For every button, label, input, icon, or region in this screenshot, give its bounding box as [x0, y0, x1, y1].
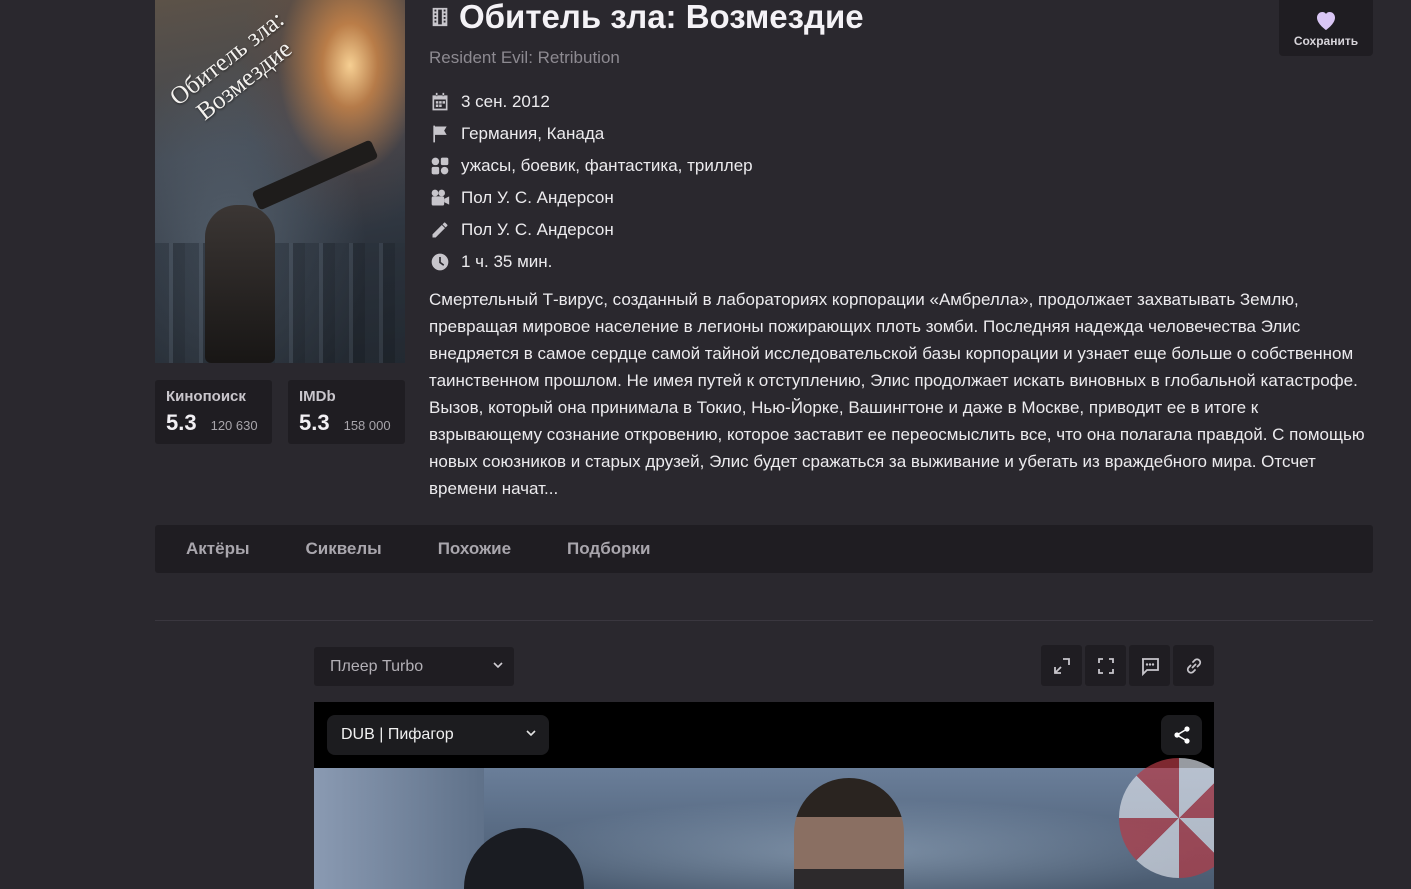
expand-button[interactable]	[1041, 645, 1082, 686]
save-label: Сохранить	[1293, 33, 1359, 48]
rating-score: 5.3	[166, 410, 197, 435]
poster-city	[155, 243, 405, 363]
tab-collections[interactable]: Подборки	[567, 539, 650, 559]
share-icon	[1173, 726, 1190, 744]
tab-sequels[interactable]: Сиквелы	[305, 539, 381, 559]
tab-actors[interactable]: Актёры	[186, 539, 249, 559]
genres: ужасы, боевик, фантастика, триллер	[429, 150, 753, 182]
video-player[interactable]: DUB | Пифагор	[314, 702, 1214, 889]
movie-poster: Обитель зла: Возмездие	[155, 0, 405, 363]
rating-source: Кинопоиск	[166, 388, 246, 405]
tabs-bar: Актёры Сиквелы Похожие Подборки	[155, 525, 1373, 573]
countries: Германия, Канада	[429, 118, 753, 150]
save-button[interactable]: Сохранить	[1279, 0, 1373, 56]
movie-meta: 3 сен. 2012 Германия, Канада ужасы, боев…	[429, 86, 753, 278]
video-frame[interactable]	[314, 758, 1214, 889]
original-title: Resident Evil: Retribution	[429, 48, 620, 67]
link-button[interactable]	[1173, 645, 1214, 686]
movie-description: Смертельный Т-вирус, созданный в лаборат…	[429, 290, 1365, 498]
heart-icon	[1317, 11, 1335, 30]
rating-score: 5.3	[299, 410, 330, 435]
poster-title: Обитель зла: Возмездие	[165, 5, 298, 126]
player-select-value: Плеер Turbo	[330, 657, 424, 675]
writer: Пол У. С. Андерсон	[429, 214, 753, 246]
rating-votes: 158 000	[343, 418, 391, 433]
camera-icon	[429, 187, 451, 209]
expand-icon	[1053, 657, 1070, 674]
clock-icon	[429, 251, 451, 273]
poster-gun	[251, 139, 379, 211]
comment-icon	[1141, 657, 1159, 676]
tab-similar[interactable]: Похожие	[438, 539, 511, 559]
share-button[interactable]	[1161, 715, 1202, 755]
umbrella-logo	[1119, 758, 1214, 878]
flag-icon	[429, 123, 451, 145]
release-date: 3 сен. 2012	[429, 86, 753, 118]
link-icon	[1186, 657, 1201, 674]
divider	[155, 620, 1373, 621]
rating-source: IMDb	[299, 388, 336, 405]
dub-select-value: DUB | Пифагор	[341, 726, 454, 743]
page-title: Обитель зла: Возмездие	[459, 0, 864, 35]
fullscreen-button[interactable]	[1085, 645, 1126, 686]
rating-kinopoisk: Кинопоиск 5.3 120 630	[155, 380, 272, 444]
chevron-down-icon	[492, 658, 504, 676]
movie-page: Обитель зла: Возмездие Кинопоиск 5.3 120…	[0, 0, 1411, 889]
film-icon	[429, 6, 451, 28]
rating-votes: 120 630	[210, 418, 258, 433]
poster-figure	[205, 205, 275, 363]
rating-imdb: IMDb 5.3 158 000	[288, 380, 405, 444]
title-row: Обитель зла: Возмездие	[429, 0, 864, 36]
calendar-icon	[429, 91, 451, 113]
pencil-icon	[429, 219, 451, 241]
player-select[interactable]: Плеер Turbo	[314, 647, 514, 686]
director: Пол У. С. Андерсон	[429, 182, 753, 214]
genres-icon	[429, 155, 451, 177]
dub-select[interactable]: DUB | Пифагор	[327, 715, 549, 755]
duration: 1 ч. 35 мин.	[429, 246, 753, 278]
comments-button[interactable]	[1129, 645, 1170, 686]
chevron-down-icon	[525, 726, 537, 744]
fullscreen-icon	[1097, 657, 1114, 674]
